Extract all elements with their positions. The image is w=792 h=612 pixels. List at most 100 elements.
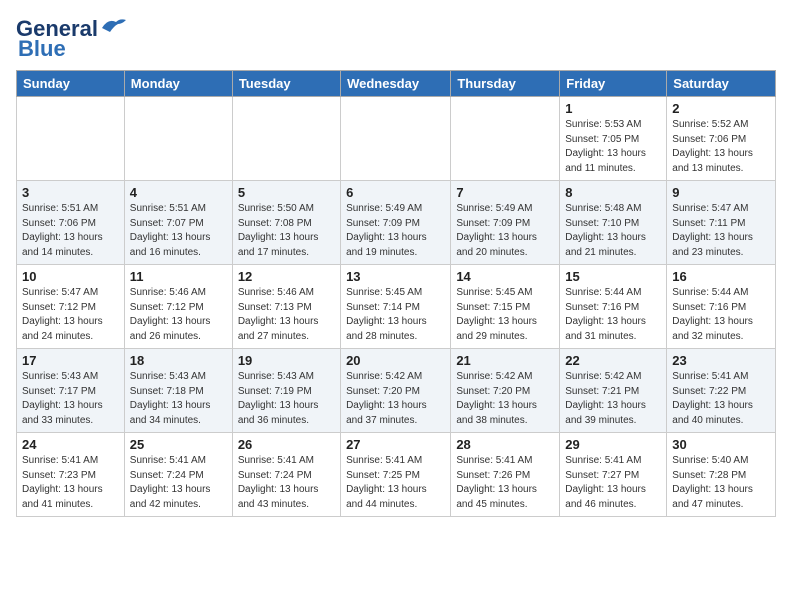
day-number: 29 xyxy=(565,437,661,452)
day-number: 15 xyxy=(565,269,661,284)
page-header: General Blue xyxy=(16,16,776,62)
calendar-week-row: 1 Sunrise: 5:53 AM Sunset: 7:05 PM Daylig… xyxy=(17,97,776,181)
calendar-day-cell: 9Sunrise: 5:47 AM Sunset: 7:11 PM Daylig… xyxy=(667,181,776,265)
day-info: Sunrise: 5:52 AM Sunset: 7:06 PM Dayligh… xyxy=(672,118,770,176)
calendar-day-cell: 6 Sunrise: 5:49 AM Sunset: 7:09 PM Daylig… xyxy=(341,181,451,265)
calendar-day-cell: 23Sunrise: 5:41 AM Sunset: 7:22 PM Dayli… xyxy=(667,349,776,433)
calendar-day-cell: 26 Sunrise: 5:41 AM Sunset: 7:24 PM Dayli… xyxy=(232,433,340,517)
day-number: 6 xyxy=(346,185,445,200)
weekday-header-sunday: Sunday xyxy=(17,71,125,97)
weekday-header-thursday: Thursday xyxy=(451,71,560,97)
day-info: Sunrise: 5:47 AM Sunset: 7:12 PM Dayligh… xyxy=(22,286,119,344)
day-info: Sunrise: 5:42 AM Sunset: 7:20 PM Dayligh… xyxy=(346,370,445,428)
day-info: Sunrise: 5:42 AM Sunset: 7:21 PM Dayligh… xyxy=(565,370,661,428)
calendar-table: SundayMondayTuesdayWednesdayThursdayFrid… xyxy=(16,70,776,517)
day-number: 24 xyxy=(22,437,119,452)
weekday-header-monday: Monday xyxy=(124,71,232,97)
day-info: Sunrise: 5:43 AM Sunset: 7:17 PM Dayligh… xyxy=(22,370,119,428)
calendar-day-cell xyxy=(341,97,451,181)
day-info: Sunrise: 5:43 AM Sunset: 7:19 PM Dayligh… xyxy=(238,370,335,428)
day-info: Sunrise: 5:43 AM Sunset: 7:18 PM Dayligh… xyxy=(130,370,227,428)
day-info: Sunrise: 5:46 AM Sunset: 7:12 PM Dayligh… xyxy=(130,286,227,344)
calendar-day-cell: 27 Sunrise: 5:41 AM Sunset: 7:25 PM Dayli… xyxy=(341,433,451,517)
day-number: 17 xyxy=(22,353,119,368)
bird-icon xyxy=(100,16,128,36)
day-number: 14 xyxy=(456,269,554,284)
calendar-day-cell: 2 Sunrise: 5:52 AM Sunset: 7:06 PM Daylig… xyxy=(667,97,776,181)
day-number: 7 xyxy=(456,185,554,200)
day-info: Sunrise: 5:50 AM Sunset: 7:08 PM Dayligh… xyxy=(238,202,335,260)
day-number: 9 xyxy=(672,185,770,200)
day-number: 12 xyxy=(238,269,335,284)
day-info: Sunrise: 5:49 AM Sunset: 7:09 PM Dayligh… xyxy=(346,202,445,260)
calendar-week-row: 17 Sunrise: 5:43 AM Sunset: 7:17 PM Dayli… xyxy=(17,349,776,433)
day-info: Sunrise: 5:45 AM Sunset: 7:15 PM Dayligh… xyxy=(456,286,554,344)
day-info: Sunrise: 5:49 AM Sunset: 7:09 PM Dayligh… xyxy=(456,202,554,260)
day-number: 26 xyxy=(238,437,335,452)
day-info: Sunrise: 5:53 AM Sunset: 7:05 PM Dayligh… xyxy=(565,118,661,176)
calendar-day-cell xyxy=(17,97,125,181)
calendar-day-cell: 30 Sunrise: 5:40 AM Sunset: 7:28 PM Dayli… xyxy=(667,433,776,517)
day-info: Sunrise: 5:41 AM Sunset: 7:23 PM Dayligh… xyxy=(22,454,119,512)
calendar-day-cell: 17 Sunrise: 5:43 AM Sunset: 7:17 PM Dayli… xyxy=(17,349,125,433)
day-number: 1 xyxy=(565,101,661,116)
day-info: Sunrise: 5:45 AM Sunset: 7:14 PM Dayligh… xyxy=(346,286,445,344)
day-number: 5 xyxy=(238,185,335,200)
calendar-header-row: SundayMondayTuesdayWednesdayThursdayFrid… xyxy=(17,71,776,97)
day-info: Sunrise: 5:41 AM Sunset: 7:26 PM Dayligh… xyxy=(456,454,554,512)
day-number: 28 xyxy=(456,437,554,452)
calendar-day-cell: 25 Sunrise: 5:41 AM Sunset: 7:24 PM Dayli… xyxy=(124,433,232,517)
day-info: Sunrise: 5:40 AM Sunset: 7:28 PM Dayligh… xyxy=(672,454,770,512)
day-number: 3 xyxy=(22,185,119,200)
day-number: 27 xyxy=(346,437,445,452)
calendar-day-cell: 21 Sunrise: 5:42 AM Sunset: 7:20 PM Dayli… xyxy=(451,349,560,433)
calendar-week-row: 3 Sunrise: 5:51 AM Sunset: 7:06 PM Daylig… xyxy=(17,181,776,265)
calendar-day-cell: 10 Sunrise: 5:47 AM Sunset: 7:12 PM Dayli… xyxy=(17,265,125,349)
calendar-day-cell xyxy=(232,97,340,181)
calendar-day-cell: 15Sunrise: 5:44 AM Sunset: 7:16 PM Dayli… xyxy=(560,265,667,349)
calendar-week-row: 24 Sunrise: 5:41 AM Sunset: 7:23 PM Dayli… xyxy=(17,433,776,517)
day-number: 23 xyxy=(672,353,770,368)
calendar-day-cell xyxy=(451,97,560,181)
calendar-day-cell: 20 Sunrise: 5:42 AM Sunset: 7:20 PM Dayli… xyxy=(341,349,451,433)
weekday-header-friday: Friday xyxy=(560,71,667,97)
day-info: Sunrise: 5:41 AM Sunset: 7:24 PM Dayligh… xyxy=(130,454,227,512)
day-info: Sunrise: 5:51 AM Sunset: 7:07 PM Dayligh… xyxy=(130,202,227,260)
day-number: 11 xyxy=(130,269,227,284)
day-number: 10 xyxy=(22,269,119,284)
calendar-day-cell: 3 Sunrise: 5:51 AM Sunset: 7:06 PM Daylig… xyxy=(17,181,125,265)
day-info: Sunrise: 5:41 AM Sunset: 7:27 PM Dayligh… xyxy=(565,454,661,512)
calendar-day-cell: 12Sunrise: 5:46 AM Sunset: 7:13 PM Dayli… xyxy=(232,265,340,349)
day-number: 2 xyxy=(672,101,770,116)
calendar-day-cell: 4 Sunrise: 5:51 AM Sunset: 7:07 PM Daylig… xyxy=(124,181,232,265)
day-info: Sunrise: 5:42 AM Sunset: 7:20 PM Dayligh… xyxy=(456,370,554,428)
calendar-day-cell: 8Sunrise: 5:48 AM Sunset: 7:10 PM Daylig… xyxy=(560,181,667,265)
day-number: 13 xyxy=(346,269,445,284)
calendar-day-cell: 13 Sunrise: 5:45 AM Sunset: 7:14 PM Dayli… xyxy=(341,265,451,349)
day-number: 30 xyxy=(672,437,770,452)
day-number: 16 xyxy=(672,269,770,284)
calendar-day-cell: 14 Sunrise: 5:45 AM Sunset: 7:15 PM Dayli… xyxy=(451,265,560,349)
day-number: 4 xyxy=(130,185,227,200)
day-info: Sunrise: 5:41 AM Sunset: 7:24 PM Dayligh… xyxy=(238,454,335,512)
weekday-header-tuesday: Tuesday xyxy=(232,71,340,97)
weekday-header-wednesday: Wednesday xyxy=(341,71,451,97)
day-number: 25 xyxy=(130,437,227,452)
calendar-day-cell: 5 Sunrise: 5:50 AM Sunset: 7:08 PM Daylig… xyxy=(232,181,340,265)
day-info: Sunrise: 5:41 AM Sunset: 7:25 PM Dayligh… xyxy=(346,454,445,512)
day-info: Sunrise: 5:51 AM Sunset: 7:06 PM Dayligh… xyxy=(22,202,119,260)
day-info: Sunrise: 5:44 AM Sunset: 7:16 PM Dayligh… xyxy=(672,286,770,344)
calendar-day-cell: 29 Sunrise: 5:41 AM Sunset: 7:27 PM Dayli… xyxy=(560,433,667,517)
calendar-day-cell: 19 Sunrise: 5:43 AM Sunset: 7:19 PM Dayli… xyxy=(232,349,340,433)
calendar-day-cell: 24 Sunrise: 5:41 AM Sunset: 7:23 PM Dayli… xyxy=(17,433,125,517)
day-number: 22 xyxy=(565,353,661,368)
calendar-day-cell xyxy=(124,97,232,181)
calendar-day-cell: 22 Sunrise: 5:42 AM Sunset: 7:21 PM Dayli… xyxy=(560,349,667,433)
day-number: 20 xyxy=(346,353,445,368)
day-number: 21 xyxy=(456,353,554,368)
day-info: Sunrise: 5:48 AM Sunset: 7:10 PM Dayligh… xyxy=(565,202,661,260)
day-number: 19 xyxy=(238,353,335,368)
logo: General Blue xyxy=(16,16,128,62)
calendar-day-cell: 7 Sunrise: 5:49 AM Sunset: 7:09 PM Daylig… xyxy=(451,181,560,265)
logo-text-blue: Blue xyxy=(18,36,66,62)
